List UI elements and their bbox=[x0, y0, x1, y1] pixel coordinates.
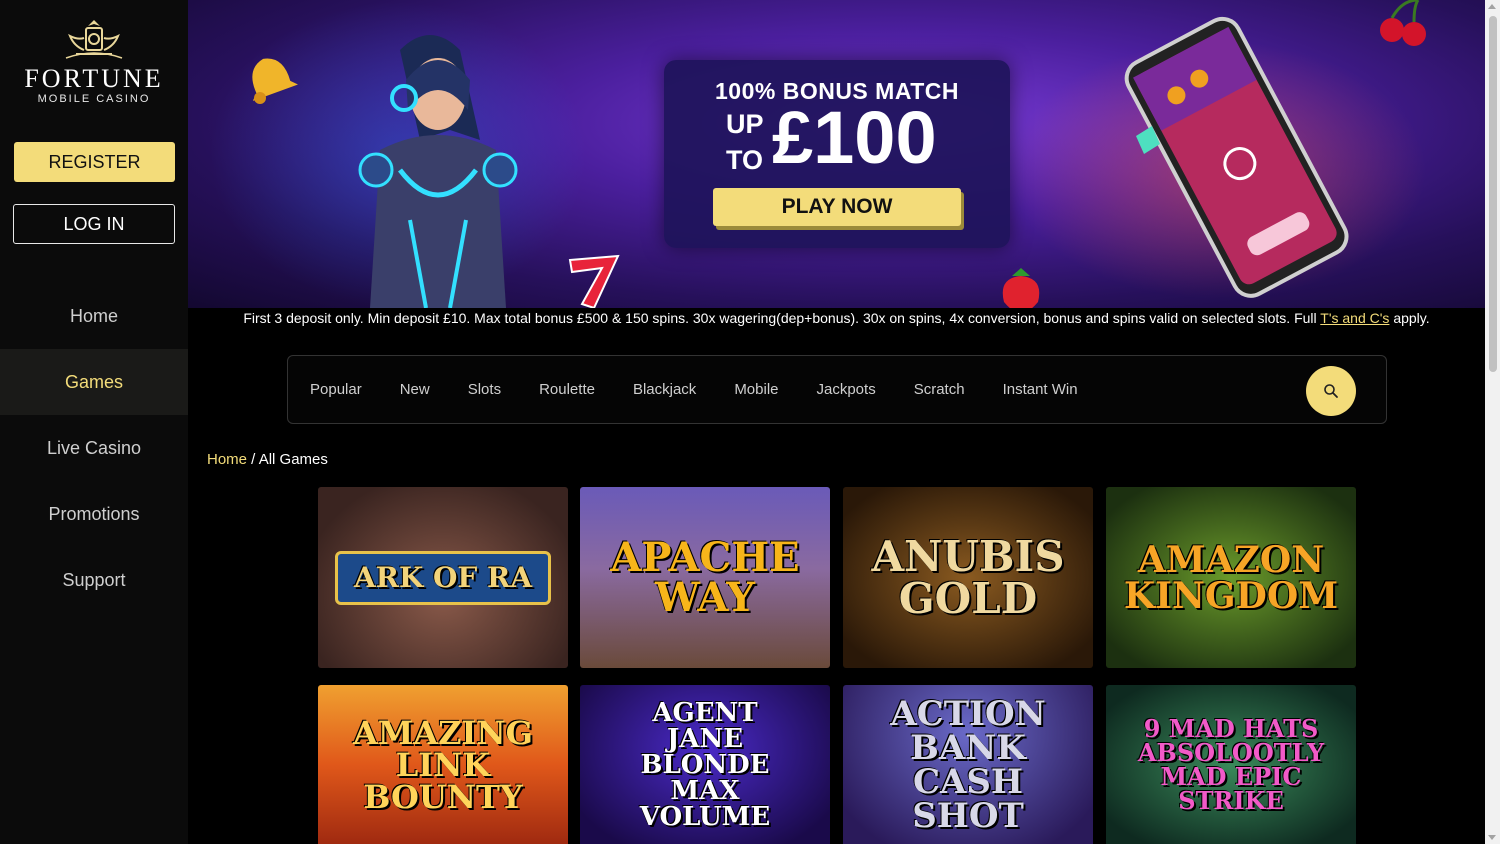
tab-instant-win[interactable]: Instant Win bbox=[1003, 381, 1078, 398]
game-title: APACHE WAY bbox=[610, 533, 800, 621]
tab-slots[interactable]: Slots bbox=[468, 381, 501, 398]
breadcrumb-current: All Games bbox=[258, 451, 328, 468]
game-title: ANUBIS GOLD bbox=[871, 531, 1065, 623]
sidebar-nav: Home Games Live Casino Promotions Suppor… bbox=[0, 283, 188, 613]
strawberry-icon bbox=[1002, 268, 1040, 308]
brand-tagline: MOBILE CASINO bbox=[37, 93, 151, 105]
bell-icon bbox=[252, 58, 298, 104]
tab-mobile[interactable]: Mobile bbox=[734, 381, 778, 398]
game-tile-amazon-kingdom[interactable]: AMAZON KINGDOM bbox=[1106, 487, 1356, 668]
breadcrumb-home[interactable]: Home bbox=[207, 451, 247, 468]
game-filter-bar: Popular New Slots Roulette Blackjack Mob… bbox=[287, 355, 1387, 424]
register-button[interactable]: REGISTER bbox=[14, 142, 175, 182]
game-tile-amazing-link-bounty[interactable]: AMAZING LINK BOUNTY bbox=[318, 685, 568, 844]
crest-icon bbox=[65, 20, 123, 59]
play-now-button[interactable]: PLAY NOW bbox=[713, 188, 961, 226]
game-title: AMAZING LINK BOUNTY bbox=[353, 713, 533, 816]
login-button[interactable]: LOG IN bbox=[13, 204, 175, 244]
tab-jackpots[interactable]: Jackpots bbox=[817, 381, 876, 398]
brand-name: FORTUNE bbox=[24, 64, 164, 93]
mobile-phone-illustration bbox=[1124, 16, 1349, 298]
tab-popular[interactable]: Popular bbox=[310, 381, 362, 398]
search-button[interactable] bbox=[1306, 366, 1356, 416]
game-tile-action-bank-cash-shot[interactable]: ACTION BANK CASH SHOT bbox=[843, 685, 1093, 844]
scrollbar-thumb[interactable] bbox=[1489, 16, 1497, 372]
terms-suffix: apply. bbox=[1389, 310, 1430, 326]
game-title: AMAZON KINGDOM bbox=[1123, 538, 1339, 617]
promo-amount: £100 bbox=[772, 96, 937, 179]
tab-roulette[interactable]: Roulette bbox=[539, 381, 595, 398]
game-tile-9-mad-hats[interactable]: 9 MAD HATS ABSOLOOTLY MAD EPIC STRIKE bbox=[1106, 685, 1356, 844]
sidebar-item-home[interactable]: Home bbox=[0, 283, 188, 349]
sidebar-item-games[interactable]: Games bbox=[0, 349, 188, 415]
cherries-icon bbox=[1380, 0, 1426, 46]
sidebar-item-live-casino[interactable]: Live Casino bbox=[0, 415, 188, 481]
tab-blackjack[interactable]: Blackjack bbox=[633, 381, 696, 398]
game-logo-plate: ARK OF RA bbox=[334, 550, 552, 605]
breadcrumb: Home / All Games bbox=[207, 451, 328, 468]
breadcrumb-separator: / bbox=[247, 451, 259, 468]
brand-logo[interactable]: FORTUNE MOBILE CASINO bbox=[12, 18, 176, 105]
hero-banner[interactable]: 100% BONUS MATCH UP TO £100 PLAY NOW bbox=[188, 0, 1485, 308]
sidebar-item-support[interactable]: Support bbox=[0, 547, 188, 613]
game-tile-ark-of-ra[interactable]: ARK OF RA bbox=[318, 487, 568, 668]
terms-text: First 3 deposit only. Min deposit £10. M… bbox=[243, 310, 1321, 326]
sidebar: FORTUNE MOBILE CASINO REGISTER LOG IN Ho… bbox=[0, 0, 188, 844]
game-title: ACTION BANK CASH SHOT bbox=[890, 693, 1046, 836]
heroine-character-illustration bbox=[358, 35, 518, 308]
search-icon bbox=[1324, 384, 1338, 398]
promo-offer-card: 100% BONUS MATCH UP TO £100 PLAY NOW bbox=[664, 60, 1010, 248]
lucky-seven-icon bbox=[568, 254, 620, 308]
terms-link[interactable]: T's and C's bbox=[1320, 310, 1389, 326]
game-title: 9 MAD HATS ABSOLOOTLY MAD EPIC STRIKE bbox=[1137, 713, 1325, 815]
game-title: AGENT JANE BLONDE MAX VOLUME bbox=[639, 697, 771, 832]
filter-tabs: Popular New Slots Roulette Blackjack Mob… bbox=[310, 356, 1116, 423]
scroll-down-arrow-icon[interactable] bbox=[1488, 835, 1496, 840]
page-scrollbar[interactable] bbox=[1485, 0, 1500, 844]
tab-scratch[interactable]: Scratch bbox=[914, 381, 965, 398]
game-title: ARK OF RA bbox=[353, 560, 533, 594]
sidebar-item-promotions[interactable]: Promotions bbox=[0, 481, 188, 547]
tab-new[interactable]: New bbox=[400, 381, 430, 398]
game-tile-agent-jane-blonde-max-volume[interactable]: AGENT JANE BLONDE MAX VOLUME bbox=[580, 685, 830, 844]
promo-upto: UP TO bbox=[726, 109, 764, 175]
promo-terms: First 3 deposit only. Min deposit £10. M… bbox=[188, 310, 1485, 326]
game-tile-apache-way[interactable]: APACHE WAY bbox=[580, 487, 830, 668]
game-tile-anubis-gold[interactable]: ANUBIS GOLD bbox=[843, 487, 1093, 668]
scroll-up-arrow-icon[interactable] bbox=[1488, 4, 1496, 9]
